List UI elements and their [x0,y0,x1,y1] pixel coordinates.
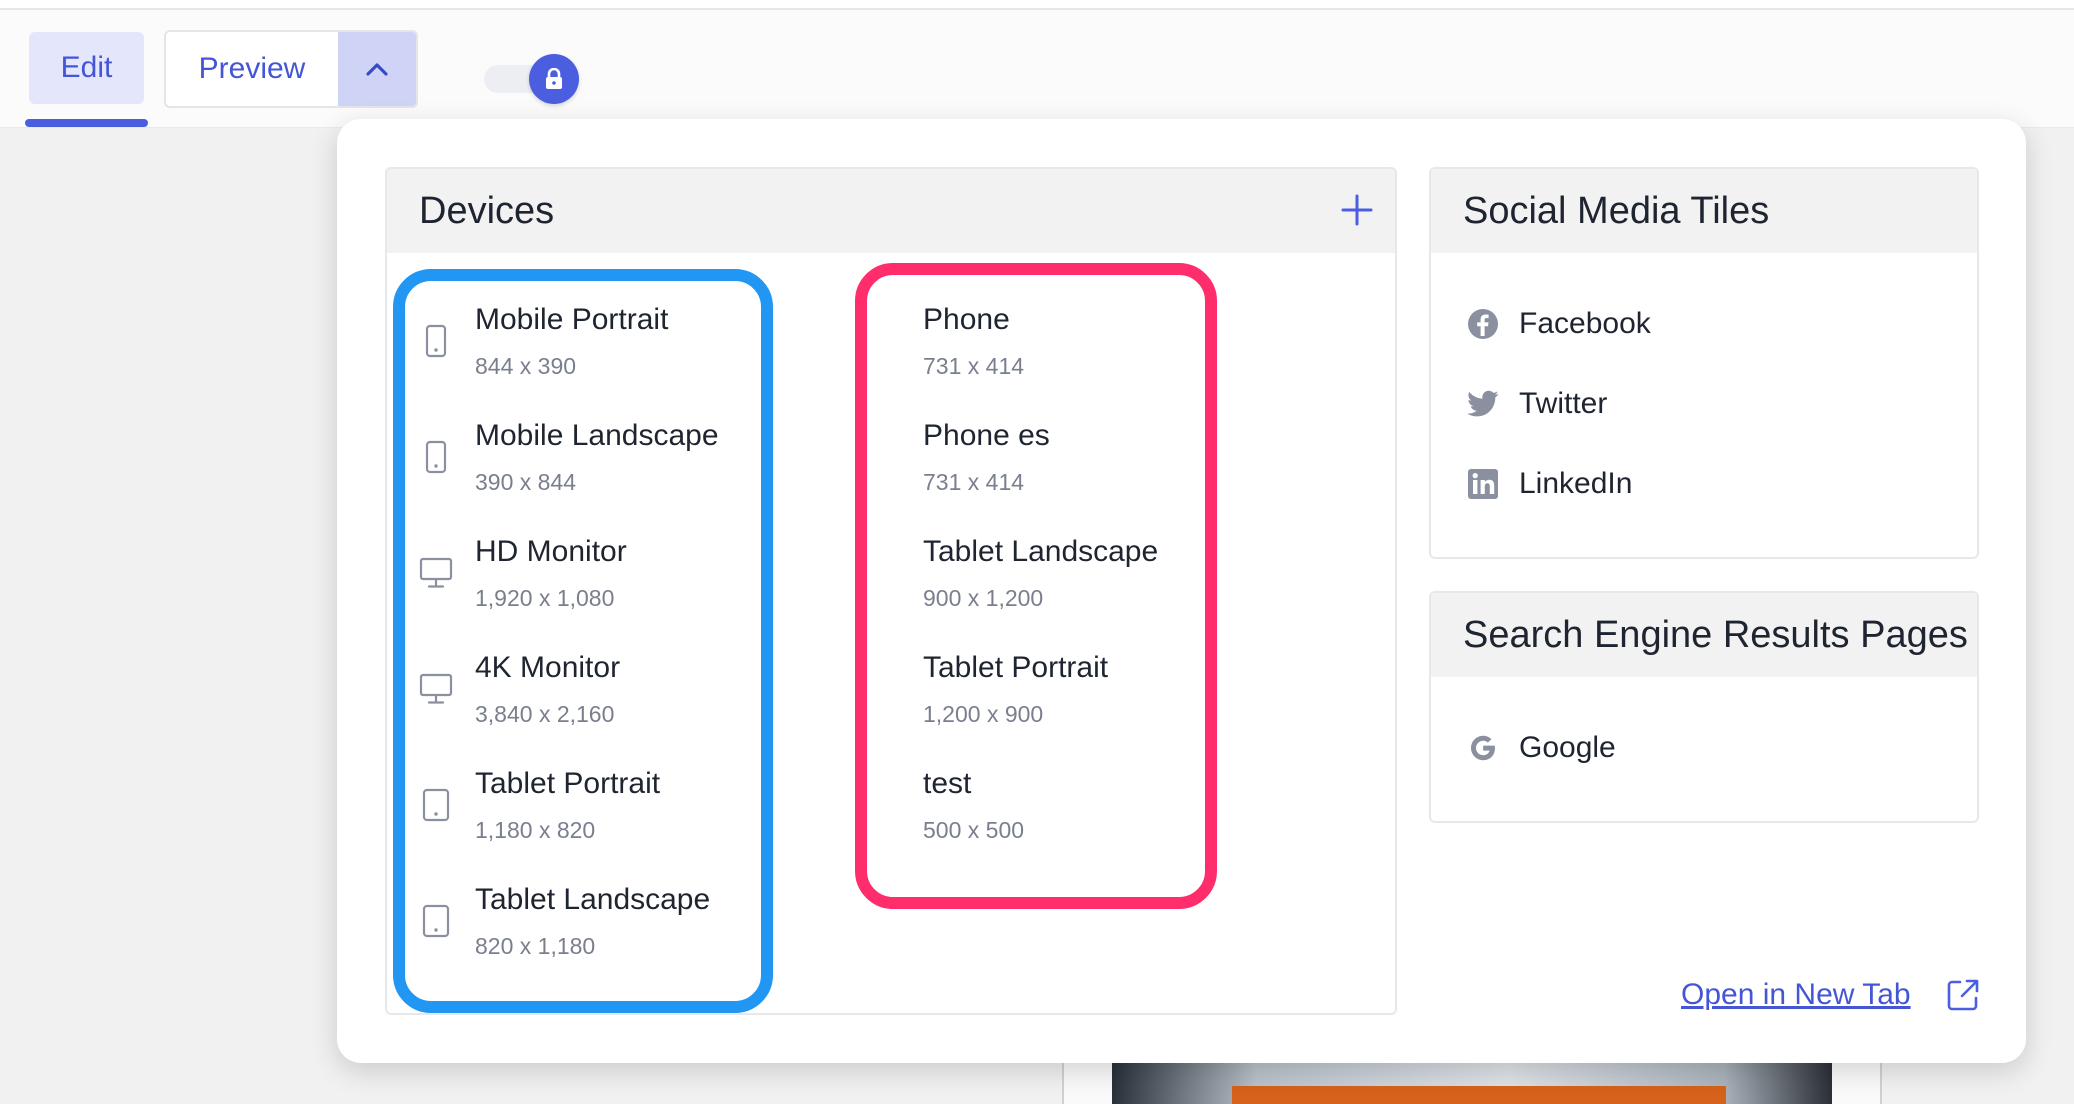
preview-button-label: Preview [198,52,306,85]
device-name: HD Monitor [475,535,627,568]
social-media-panel: Social Media Tiles Facebook Twitter Link… [1429,167,1979,559]
device-item-mobile-landscape[interactable]: Mobile Landscape 390 x 844 [419,419,759,519]
toolbar: Edit Preview [0,10,2074,128]
device-name: Tablet Landscape [475,883,711,916]
social-media-panel-header: Social Media Tiles [1431,169,1977,253]
serp-item-google[interactable]: Google [1465,723,1616,773]
device-size: 3,840 x 2,160 [475,701,615,727]
facebook-icon [1465,306,1501,342]
top-border [0,0,2074,10]
social-media-title: Social Media Tiles [1463,189,1770,232]
background-banner [1232,1086,1726,1104]
plus-icon [1341,194,1373,226]
twitter-icon [1465,386,1501,422]
device-item-phone-es[interactable]: Phone es 731 x 414 [867,419,1197,519]
open-in-new-tab-link[interactable]: Open in New Tab [1681,977,1981,1013]
device-name: Tablet Landscape [923,535,1159,568]
device-size: 900 x 1,200 [923,585,1044,611]
device-size: 1,180 x 820 [475,817,596,843]
add-device-button[interactable] [1337,190,1377,230]
phone-icon [419,323,453,359]
device-item-tablet-landscape-custom[interactable]: Tablet Landscape 900 x 1,200 [867,535,1197,635]
serp-panel-header: Search Engine Results Pages [1431,593,1977,677]
device-item-tablet-portrait[interactable]: Tablet Portrait 1,180 x 820 [419,767,759,867]
chevron-up-icon [366,63,388,76]
social-item-label: Twitter [1519,387,1608,420]
social-item-label: Facebook [1519,307,1651,340]
social-item-linkedin[interactable]: LinkedIn [1465,459,1632,509]
google-icon [1465,730,1501,766]
social-item-twitter[interactable]: Twitter [1465,379,1607,429]
monitor-icon [419,555,453,591]
lock-toggle[interactable] [529,54,579,104]
device-name: 4K Monitor [475,651,621,684]
device-name: Phone [923,303,1010,336]
device-item-4k-monitor[interactable]: 4K Monitor 3,840 x 2,160 [419,651,759,751]
edit-tab[interactable]: Edit [29,32,144,104]
device-size: 731 x 414 [923,469,1025,495]
phone-icon [419,439,453,475]
linkedin-icon [1465,466,1501,502]
serp-title: Search Engine Results Pages [1463,613,1968,656]
devices-title: Devices [419,189,555,232]
serp-panel: Search Engine Results Pages Google [1429,591,1979,823]
preview-options-popup: Devices Mobile Portrait 844 x 390 Mobile… [337,119,2026,1063]
device-item-tablet-landscape[interactable]: Tablet Landscape 820 x 1,180 [419,883,759,983]
preview-dropdown-toggle[interactable] [338,32,416,106]
open-in-new-tab-label: Open in New Tab [1681,978,1911,1011]
external-link-icon [1945,977,1981,1013]
device-name: Tablet Portrait [923,651,1109,684]
active-tab-indicator [25,119,148,127]
device-name: test [923,767,972,800]
device-size: 1,200 x 900 [923,701,1044,727]
tablet-icon [419,903,453,939]
device-size: 731 x 414 [923,353,1025,379]
device-size: 500 x 500 [923,817,1025,843]
tablet-icon [419,787,453,823]
preview-button[interactable]: Preview [166,32,338,106]
device-name: Tablet Portrait [475,767,661,800]
monitor-icon [419,671,453,707]
device-name: Mobile Landscape [475,419,719,452]
device-size: 844 x 390 [475,353,577,379]
device-name: Mobile Portrait [475,303,669,336]
device-name: Phone es [923,419,1050,452]
device-size: 1,920 x 1,080 [475,585,615,611]
device-item-test[interactable]: test 500 x 500 [867,767,1197,867]
social-item-facebook[interactable]: Facebook [1465,299,1651,349]
social-item-label: LinkedIn [1519,467,1633,500]
device-item-hd-monitor[interactable]: HD Monitor 1,920 x 1,080 [419,535,759,635]
device-item-mobile-portrait[interactable]: Mobile Portrait 844 x 390 [419,303,759,403]
preview-button-group: Preview [164,30,418,108]
device-size: 820 x 1,180 [475,933,596,959]
device-size: 390 x 844 [475,469,577,495]
devices-panel: Devices Mobile Portrait 844 x 390 Mobile… [385,167,1397,1015]
serp-item-label: Google [1519,731,1616,764]
lock-icon [546,68,562,89]
device-item-phone[interactable]: Phone 731 x 414 [867,303,1197,403]
edit-tab-label: Edit [60,51,113,84]
devices-panel-header: Devices [387,169,1395,253]
device-item-tablet-portrait-custom[interactable]: Tablet Portrait 1,200 x 900 [867,651,1197,751]
